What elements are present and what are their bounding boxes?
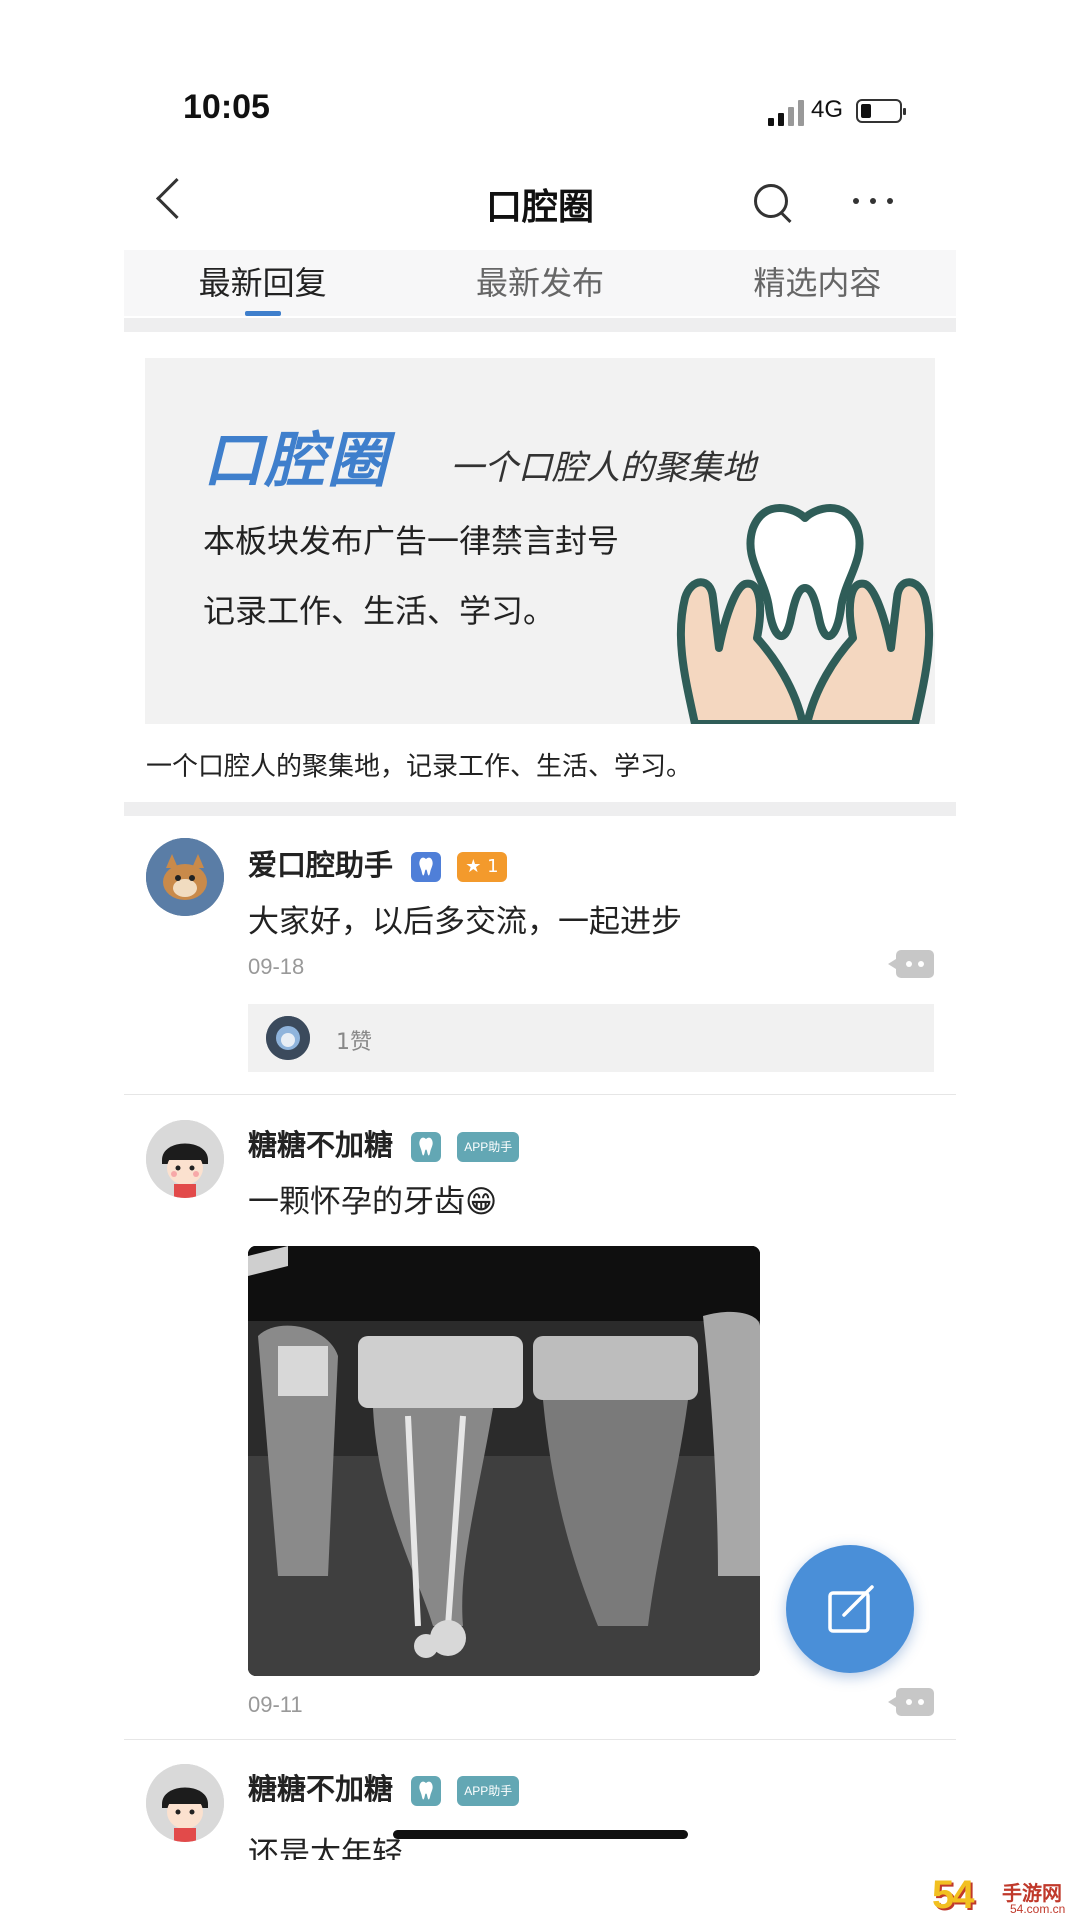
banner-slogan: 一个口腔人的聚集地 (450, 448, 756, 488)
tooth-hands-illustration (676, 504, 934, 724)
post-text-content: 一颗怀孕的牙齿 (248, 1184, 465, 1220)
username[interactable]: 糖糖不加糖 (248, 1128, 393, 1162)
section-divider (124, 802, 956, 816)
site-watermark: 54 手游网 54.com.cn (932, 1873, 1080, 1920)
page-title: 口腔圈 (485, 187, 594, 228)
signal-icon (768, 100, 804, 126)
post-item[interactable]: 糖糖不加糖 APP助手 还是太年轻 (124, 1740, 956, 1860)
watermark-domain: 54.com.cn (1010, 1902, 1066, 1916)
post-text: 一颗怀孕的牙齿😁 (248, 1176, 497, 1221)
battery-icon (856, 99, 906, 123)
status-time: 10:05 (183, 88, 270, 126)
post-author[interactable]: 糖糖不加糖 APP助手 (248, 1766, 520, 1808)
username[interactable]: 爱口腔助手 (248, 848, 393, 882)
post-text: 大家好，以后多交流，一起进步 (248, 904, 682, 940)
app-helper-badge: APP助手 (457, 1132, 520, 1162)
post-divider (124, 1094, 956, 1095)
edit-icon (828, 1585, 874, 1633)
tab-latest-replies[interactable]: 最新回复 (124, 250, 401, 316)
tooth-badge-icon (411, 1132, 442, 1162)
watermark-number: 54 (932, 1873, 974, 1917)
avatar[interactable] (146, 838, 224, 916)
post-date: 09-18 (248, 954, 305, 979)
search-icon[interactable] (752, 182, 796, 226)
grin-emoji: 😁 (465, 1184, 498, 1220)
tooth-badge-icon (411, 852, 442, 882)
navigation-bar: 口腔圈 (0, 160, 1080, 250)
tooth-badge-icon (411, 1776, 442, 1806)
like-summary[interactable]: 1赞 (248, 1004, 934, 1072)
like-count: 1赞 (336, 1030, 372, 1055)
tab-bar: 最新回复 最新发布 精选内容 (124, 250, 956, 316)
username[interactable]: 糖糖不加糖 (248, 1772, 393, 1806)
avatar[interactable] (146, 1120, 224, 1198)
comment-icon[interactable] (888, 1688, 934, 1716)
home-indicator[interactable] (393, 1830, 688, 1839)
section-divider (124, 318, 956, 332)
comment-icon[interactable] (888, 950, 934, 978)
forum-banner[interactable]: 口腔圈 一个口腔人的聚集地 本板块发布广告一律禁言封号 记录工作、生活、学习。 (145, 358, 935, 724)
forum-description: 一个口腔人的聚集地，记录工作、生活、学习。 (146, 752, 693, 782)
post-author[interactable]: 糖糖不加糖 APP助手 (248, 1122, 520, 1164)
post-text: 还是太年轻 (248, 1836, 403, 1860)
post-author[interactable]: 爱口腔助手 ★ 1 (248, 842, 507, 884)
banner-purpose-text: 记录工作、生活、学习。 (203, 592, 556, 630)
level-badge: ★ 1 (457, 852, 507, 882)
tab-latest-posts[interactable]: 最新发布 (401, 250, 678, 316)
post-date: 09-11 (248, 1692, 303, 1717)
status-bar: 10:05 4G (0, 0, 1080, 150)
banner-rule-text: 本板块发布广告一律禁言封号 (203, 522, 620, 560)
more-icon[interactable] (853, 198, 893, 208)
network-type: 4G (811, 96, 844, 123)
post-item[interactable]: 爱口腔助手 ★ 1 大家好，以后多交流，一起进步 09-18 1赞 (124, 816, 956, 1096)
post-image-xray[interactable] (248, 1246, 760, 1676)
tab-featured[interactable]: 精选内容 (679, 250, 956, 316)
banner-logo: 口腔圈 (203, 426, 389, 496)
liker-avatar[interactable] (266, 1016, 310, 1060)
app-helper-badge: APP助手 (457, 1776, 520, 1806)
compose-post-button[interactable] (786, 1545, 914, 1673)
avatar[interactable] (146, 1764, 224, 1842)
